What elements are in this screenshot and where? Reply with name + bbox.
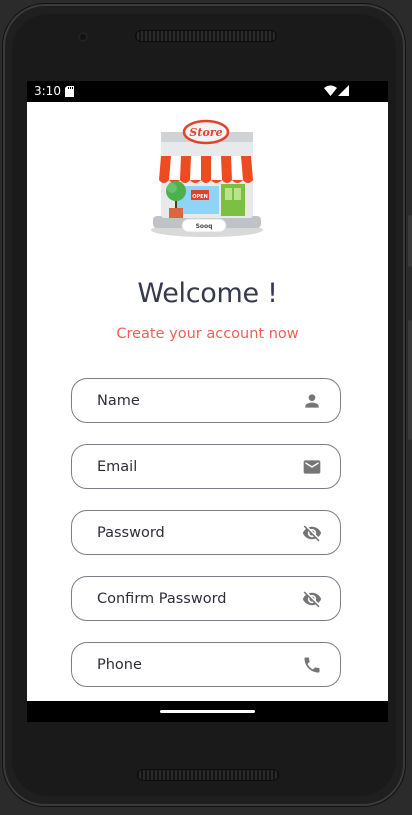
name-field[interactable] xyxy=(71,378,341,423)
top-speaker xyxy=(135,30,277,42)
welcome-subtitle: Create your account now xyxy=(116,326,299,342)
navigation-bar xyxy=(27,701,388,722)
password-field[interactable] xyxy=(71,510,341,555)
sd-card-icon xyxy=(65,86,74,97)
visibility-off-icon[interactable] xyxy=(302,589,322,609)
phone-field[interactable] xyxy=(71,642,341,687)
power-button xyxy=(408,215,412,267)
wifi-icon xyxy=(324,85,337,96)
phone-input[interactable] xyxy=(97,643,297,686)
volume-button xyxy=(408,320,412,440)
home-gesture-handle[interactable] xyxy=(160,710,255,713)
svg-text:Sooq: Sooq xyxy=(196,223,213,230)
email-icon xyxy=(303,460,321,474)
name-input[interactable] xyxy=(97,379,297,422)
cell-signal-icon xyxy=(338,85,349,96)
svg-text:OPEN: OPEN xyxy=(192,194,208,200)
app-screen: 3:10 Store OPEN Sooq Welcome ! Create yo… xyxy=(27,81,388,722)
email-field[interactable] xyxy=(71,444,341,489)
confirm-password-input[interactable] xyxy=(97,577,297,620)
phone-icon xyxy=(304,657,320,673)
confirm-password-field[interactable] xyxy=(71,576,341,621)
person-icon xyxy=(305,394,319,408)
status-bar: 3:10 xyxy=(27,81,388,102)
status-time: 3:10 xyxy=(34,84,61,98)
email-input[interactable] xyxy=(97,445,297,488)
welcome-title: Welcome ! xyxy=(137,278,278,309)
store-logo: Store OPEN Sooq xyxy=(151,119,263,237)
bottom-speaker xyxy=(137,769,279,781)
front-camera xyxy=(78,32,88,42)
svg-text:Store: Store xyxy=(189,126,222,139)
password-input[interactable] xyxy=(97,511,297,554)
visibility-off-icon[interactable] xyxy=(302,523,322,543)
